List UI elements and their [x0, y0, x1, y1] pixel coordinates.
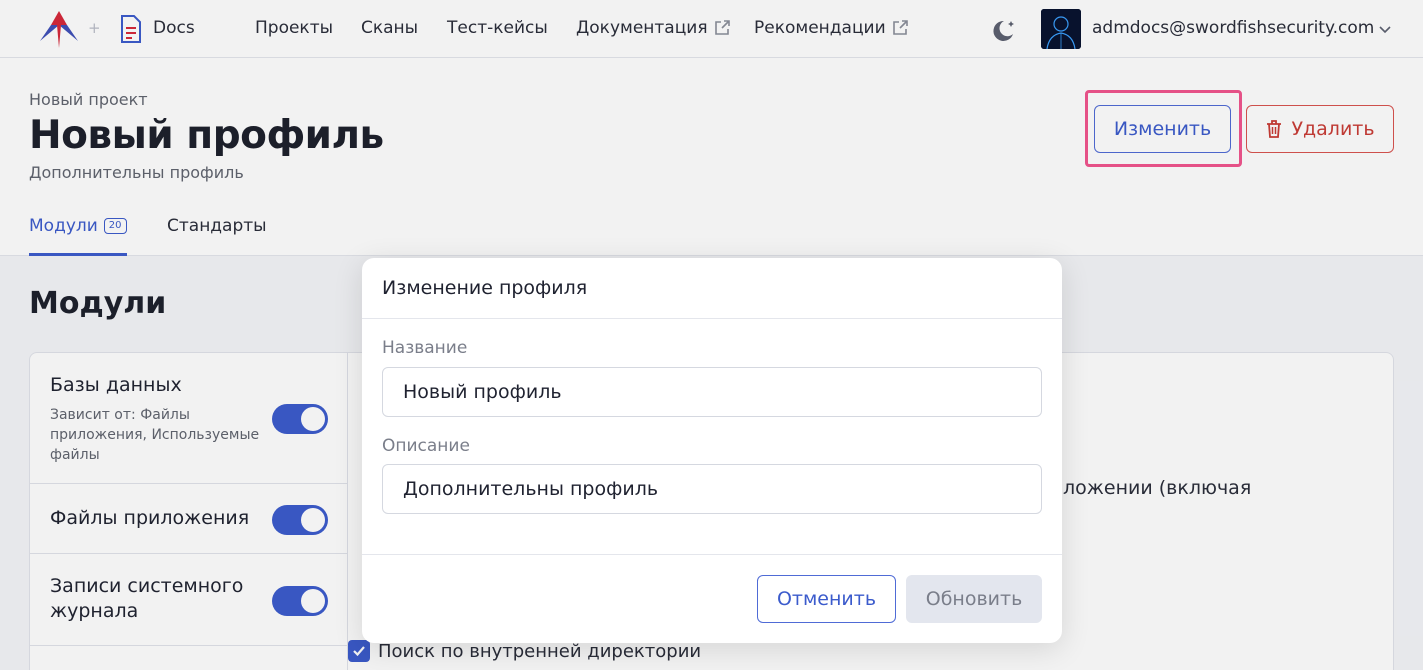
name-field[interactable] [382, 367, 1042, 417]
divider [362, 318, 1062, 319]
description-label: Описание [382, 436, 470, 456]
description-field[interactable] [382, 464, 1042, 514]
update-button[interactable]: Обновить [906, 575, 1042, 623]
name-label: Название [382, 338, 468, 358]
edit-profile-dialog: Изменение профиля Название Описание Отме… [362, 258, 1062, 643]
cancel-button[interactable]: Отменить [757, 575, 896, 623]
dialog-title: Изменение профиля [382, 277, 588, 299]
divider [362, 554, 1062, 555]
